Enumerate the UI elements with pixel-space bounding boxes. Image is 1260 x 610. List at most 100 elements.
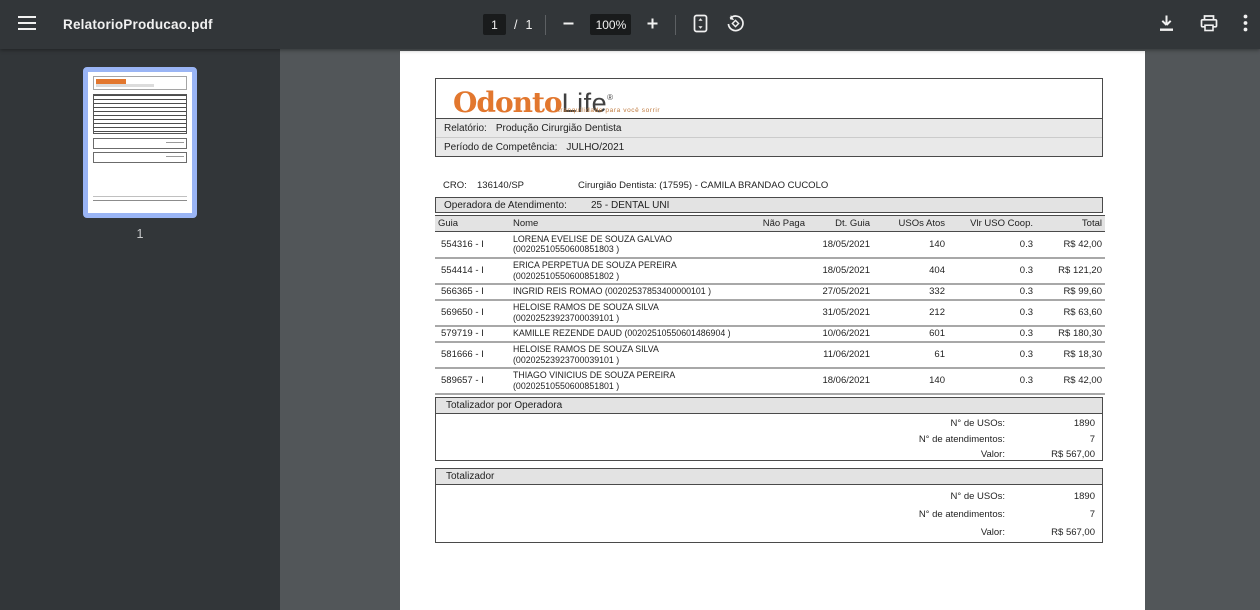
zoom-in-button[interactable] [645,16,660,34]
table-header-cell: Dt. Guia [808,215,873,232]
download-button[interactable] [1158,14,1175,35]
cell-nome: INGRID REIS ROMAO (00202537853400000101 … [503,283,743,301]
cell-usos-atos: 140 [873,231,948,259]
zoom-level-input[interactable] [590,14,632,35]
cell-nao-paga [743,257,808,285]
cell-nao-paga [743,231,808,259]
cell-usos-atos: 212 [873,299,948,327]
pdf-toolbar: RelatorioProducao.pdf / 1 [0,0,1260,49]
cell-vlr-uso-coop: 0.3 [948,283,1036,301]
download-icon [1158,14,1175,35]
cell-nome: LORENA EVELISE DE SOUZA GALVAO (002025105… [503,231,743,259]
cell-vlr-uso-coop: 0.3 [948,341,1036,369]
toolbar-divider [545,14,547,35]
cell-usos-atos: 404 [873,257,948,285]
cell-usos-atos: 601 [873,325,948,343]
cell-nome: KAMILLE REZENDE DAUD (002025105506014869… [503,325,743,343]
table-row: 581666 - I HELOISE RAMOS DE SOUZA SILVA (0… [435,341,1105,369]
minus-icon [561,16,576,34]
table-header-cell: Não Paga [743,215,808,232]
cell-total: R$ 42,00 [1036,367,1105,395]
patient-name: THIAGO VINICIUS DE SOUZA PEREIRA [513,370,676,380]
cell-guia: 581666 - I [435,341,503,369]
print-button[interactable] [1200,14,1218,35]
cell-dt-guia: 10/06/2021 [808,325,873,343]
logo-text-odonto: Odonto [453,86,563,119]
totals-general-header: Totalizador [435,468,1103,485]
cell-total: R$ 180,30 [1036,325,1105,343]
total-row: Valor: R$ 567,00 [436,449,1102,465]
cell-vlr-uso-coop: 0.3 [948,257,1036,285]
cell-nao-paga [743,367,808,395]
cell-nao-paga [743,299,808,327]
total-row: Valor: R$ 567,00 [436,527,1102,545]
thumbnail-page-number: 1 [136,227,144,241]
cell-total: R$ 18,30 [1036,341,1105,369]
total-value: R$ 567,00 [1051,527,1095,538]
zoom-out-button[interactable] [561,16,576,34]
cell-guia: 554414 - I [435,257,503,285]
cell-dt-guia: 18/06/2021 [808,367,873,395]
print-icon [1200,14,1218,35]
patient-code: (00202510550600851803 ) [513,244,620,255]
thumbnail-page-preview [83,67,197,218]
thumbnail-sidebar: 1 [0,49,280,610]
operator-label: Operadora de Atendimento: [444,200,567,211]
cell-total: R$ 42,00 [1036,231,1105,259]
cell-usos-atos: 61 [873,341,948,369]
page-count: / 1 [514,18,532,32]
cell-dt-guia: 31/05/2021 [808,299,873,327]
logo-tagline: tranquilidade para você sorrir [558,107,661,114]
table-header-cell: Guia [435,215,503,232]
total-row: N° de atendimentos: 7 [436,434,1102,450]
total-value: 1890 [1073,491,1095,502]
patient-name: ERICA PERPETUA DE SOUZA PEREIRA [513,260,677,270]
report-header-box: OdontoLife® tranquilidade para você sorr… [435,78,1103,157]
cell-nao-paga [743,341,808,369]
total-label: N° de USOs: [950,418,1005,429]
page-total: 1 [525,17,533,32]
dentist-name: Cirurgião Dentista: (17595) - CAMILA BRA… [578,180,829,191]
pdf-viewport[interactable]: OdontoLife® tranquilidade para você sorr… [280,49,1260,610]
menu-button[interactable] [17,15,37,34]
total-row: N° de USOs: 1890 [436,418,1102,434]
fit-to-page-button[interactable] [691,14,710,36]
practitioner-line: CRO: 136140/SP Cirurgião Dentista: (1759… [435,180,1103,192]
cell-usos-atos: 332 [873,283,948,301]
cell-guia: 554316 - I [435,231,503,259]
total-row: N° de atendimentos: 7 [436,509,1102,527]
total-label: Valor: [980,449,1005,460]
table-row: 589657 - I THIAGO VINICIUS DE SOUZA PEREI… [435,367,1105,395]
page-1-thumbnail[interactable]: 1 [83,67,197,241]
cell-guia: 589657 - I [435,367,503,395]
cell-vlr-uso-coop: 0.3 [948,367,1036,395]
toolbar-divider [675,14,677,35]
production-table: Guia Nome Não Paga Dt. Guia USOs Atos Vlr USO… [435,215,1105,395]
total-value: 7 [1089,509,1095,520]
production-table-body: 554316 - I LORENA EVELISE DE SOUZA GALVAO… [435,231,1105,395]
kebab-menu-icon [1243,14,1248,35]
more-options-button[interactable] [1243,14,1248,35]
plus-icon [645,16,660,34]
patient-name: KAMILLE REZENDE DAUD (002025105506014869… [513,328,731,339]
cro-value: 136140/SP [477,180,525,191]
totals-general-box: N° de USOs: 1890 N° de atendimentos: 7 Valor… [435,485,1103,543]
cro-label: CRO: [443,180,467,191]
patient-code: (00202510550600851801 ) [513,380,620,391]
hamburger-menu-icon [17,15,37,34]
total-label: N° de atendimentos: [918,433,1005,445]
cell-nome: HELOISE RAMOS DE SOUZA SILVA (00202523923… [503,299,743,327]
pdf-page: OdontoLife® tranquilidade para você sorr… [400,51,1145,610]
page-number-input[interactable] [483,14,506,35]
patient-code: (00202523923700039101 ) [513,354,620,365]
cell-nome: ERICA PERPETUA DE SOUZA PEREIRA (00202510… [503,257,743,285]
cell-nao-paga [743,325,808,343]
cell-vlr-uso-coop: 0.3 [948,231,1036,259]
cell-dt-guia: 18/05/2021 [808,231,873,259]
fit-to-page-icon [691,14,710,36]
cell-total: R$ 99,60 [1036,283,1105,301]
patient-name: HELOISE RAMOS DE SOUZA SILVA [513,344,659,354]
patient-code: (00202523923700039101 ) [513,312,620,323]
cell-dt-guia: 11/06/2021 [808,341,873,369]
rotate-button[interactable] [726,14,745,36]
